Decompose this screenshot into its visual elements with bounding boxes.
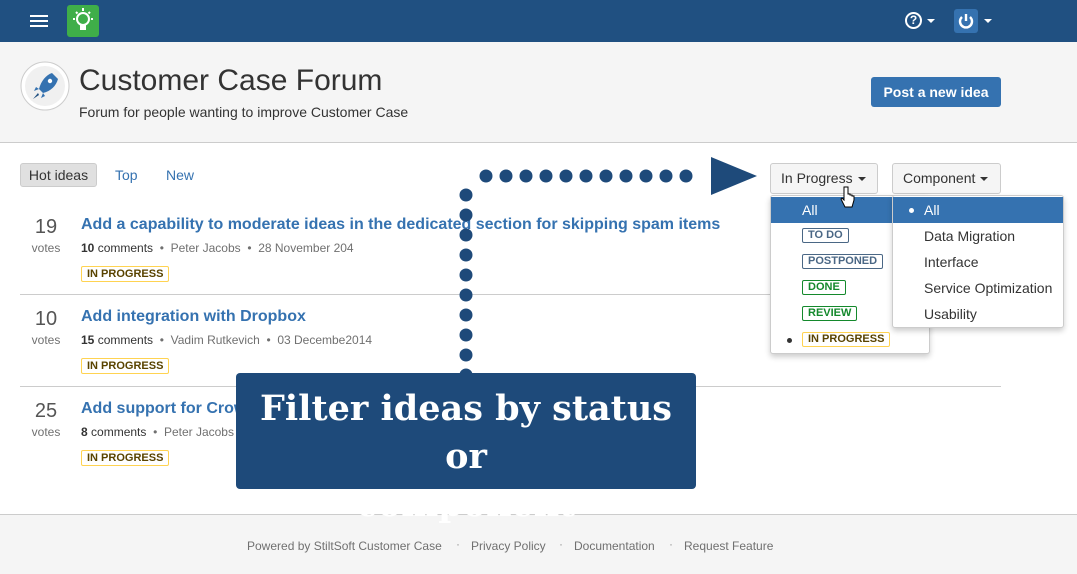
meta-separator: • [153, 425, 158, 439]
idea-meta: 15 comments • Vadim Rutkevich • 03 Decem… [81, 333, 372, 347]
idea-author: Peter Jacobs [170, 241, 241, 255]
vote-number: 19 [34, 216, 58, 238]
component-option-interface[interactable]: Interface [893, 249, 1063, 275]
footer-link-documentation[interactable]: Documentation [574, 539, 655, 553]
vote-count[interactable]: 10 votes [20, 308, 72, 347]
user-menu[interactable] [953, 8, 993, 34]
vote-label: votes [31, 333, 61, 347]
hamburger-icon[interactable] [28, 12, 50, 30]
comments-link[interactable]: 15 comments [81, 333, 153, 347]
status-filter-label: In Progress [781, 170, 853, 186]
idea-title-link[interactable]: Add integration with Dropbox [81, 308, 306, 326]
meta-separator: • [159, 241, 164, 255]
status-badge: TO DO [802, 228, 849, 243]
forum-header: Customer Case Forum Forum for people wan… [0, 42, 1077, 143]
status-badge: IN PROGRESS [802, 332, 891, 347]
comments-link[interactable]: 8 comments [81, 425, 146, 439]
rocket-icon [20, 61, 70, 111]
comments-label: comments [97, 241, 154, 255]
lightbulb-icon[interactable] [67, 5, 99, 37]
component-option-data-migration[interactable]: Data Migration [893, 223, 1063, 249]
selected-bullet [787, 338, 792, 343]
vote-label: votes [31, 241, 61, 255]
status-option-in-progress[interactable]: IN PROGRESS [771, 327, 929, 353]
status-badge: IN PROGRESS [81, 266, 170, 282]
footer-separator: · [669, 537, 673, 551]
component-filter-menu: All Data Migration Interface Service Opt… [892, 195, 1064, 328]
vote-number: 25 [34, 400, 58, 422]
idea-title-link[interactable]: Add a capability to moderate ideas in th… [81, 216, 720, 234]
idea-title-link[interactable]: Add support for Crow [81, 400, 246, 418]
idea-date: 28 November 204 [258, 241, 354, 255]
component-filter-label: Component [903, 170, 976, 186]
status-badge: DONE [802, 280, 846, 295]
meta-separator: • [266, 333, 271, 347]
comments-count: 15 [81, 333, 95, 347]
tab-hot-ideas[interactable]: Hot ideas [20, 163, 97, 187]
callout-line-2: component [356, 484, 576, 525]
post-new-idea-button[interactable]: Post a new idea [871, 77, 1001, 107]
component-option-all[interactable]: All [893, 197, 1063, 223]
top-navigation-bar: ? [0, 0, 1077, 42]
footer-separator: · [456, 537, 460, 551]
callout-line-1: Filter ideas by status or [260, 388, 672, 477]
mouse-pointer-icon [840, 186, 856, 210]
footer-link-request-feature[interactable]: Request Feature [684, 539, 773, 553]
component-filter-button[interactable]: Component [892, 163, 1001, 194]
footer-link-powered-by[interactable]: Powered by StiltSoft Customer Case [247, 539, 442, 553]
status-badge: REVIEW [802, 306, 858, 321]
page-subtitle: Forum for people wanting to improve Cust… [79, 104, 409, 120]
help-menu[interactable]: ? [903, 10, 937, 32]
status-badge: POSTPONED [802, 254, 884, 269]
vote-label: votes [31, 425, 61, 439]
question-icon: ? [905, 12, 922, 29]
comments-count: 10 [81, 241, 95, 255]
comments-link[interactable]: 10 comments [81, 241, 153, 255]
tab-new[interactable]: New [166, 163, 194, 187]
vote-count[interactable]: 25 votes [20, 400, 72, 439]
selected-bullet [909, 208, 914, 213]
footer-link-privacy[interactable]: Privacy Policy [471, 539, 546, 553]
comments-label: comments [91, 425, 147, 439]
annotation-callout: Filter ideas by status or component [236, 373, 696, 525]
idea-author: Peter Jacobs [163, 425, 234, 439]
power-icon [954, 9, 978, 33]
vote-count[interactable]: 19 votes [20, 216, 72, 255]
meta-separator: • [159, 333, 164, 347]
component-option-service-optimization[interactable]: Service Optimization [893, 275, 1063, 301]
chevron-down-icon [927, 19, 935, 23]
idea-meta: 8 comments • Peter Jacobs [81, 425, 234, 439]
status-badge: IN PROGRESS [81, 358, 170, 374]
idea-author: Vadim Rutkevich [170, 333, 260, 347]
vote-number: 10 [34, 308, 58, 330]
chevron-down-icon [980, 177, 989, 182]
component-option-usability[interactable]: Usability [893, 301, 1063, 327]
tab-top[interactable]: Top [115, 163, 138, 187]
comments-count: 8 [81, 425, 88, 439]
status-badge: IN PROGRESS [81, 450, 170, 466]
chevron-down-icon [857, 177, 866, 182]
footer-separator: · [559, 537, 563, 551]
idea-date: 03 Decembe2014 [277, 333, 373, 347]
status-filter-button[interactable]: In Progress [770, 163, 878, 194]
page-title: Customer Case Forum [79, 64, 383, 97]
meta-separator: • [247, 241, 252, 255]
idea-meta: 10 comments • Peter Jacobs • 28 November… [81, 241, 354, 255]
chevron-down-icon [984, 19, 992, 23]
comments-label: comments [97, 333, 154, 347]
